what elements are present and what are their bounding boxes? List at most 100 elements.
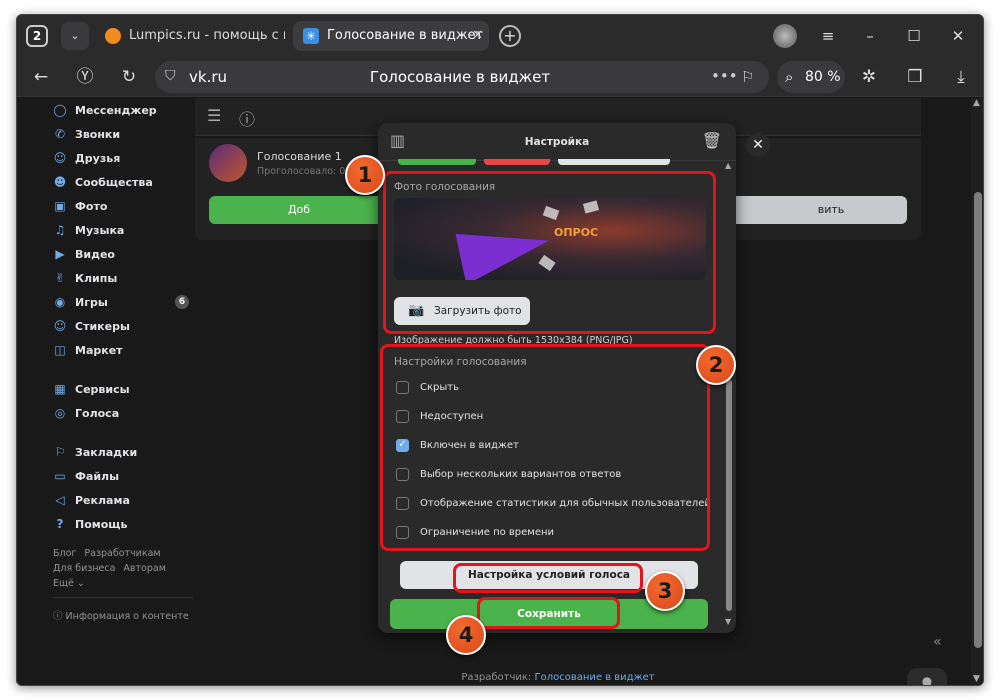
sticker-icon: ☺ [53,319,67,333]
sidebar-item[interactable]: ▭ Файлы [53,464,193,488]
sidebar-item[interactable]: ⚐ Закладки [53,440,193,464]
footer-link[interactable]: Разработчикам [84,548,160,559]
browser-menu-icon[interactable]: ≡ [815,23,841,49]
sidebar-item-label: Голоса [75,406,120,420]
widget-favicon-icon: ✳ [303,28,319,44]
shield-icon[interactable]: ⛉ [165,68,179,84]
sidebar-item-label: Реклама [75,493,130,507]
tab-lumpics[interactable]: Lumpics.ru - помощь с ко [95,21,285,51]
info-icon[interactable]: ⓘ [239,106,255,130]
sidebar-item[interactable]: ☺ Друзья [53,146,193,170]
yandex-icon[interactable]: Ⓨ [71,63,99,91]
extensions-icon[interactable]: ✲ [855,63,883,91]
sidebar-item[interactable]: ▣ Фото [53,194,193,218]
downloads-icon[interactable]: ⤓ [947,63,975,91]
zoom-level: 80 % [805,69,841,85]
sidebar-item[interactable]: ? Помощь [53,512,193,536]
footer-link[interactable]: Блог [53,548,76,559]
services-icon: ▦ [54,382,66,396]
close-window-icon[interactable]: ✕ [945,23,971,49]
highlight-photo-section [383,171,716,334]
sidebar-item[interactable]: ☺ Стикеры [53,314,193,338]
sidebar-item-label: Маркет [75,343,123,357]
modal-title: Настройка [524,136,590,148]
sidebar-item[interactable]: ◫ Маркет [53,338,193,362]
sidebar-item-label: Сообщества [75,175,153,189]
sidebar-item[interactable]: ▦ Сервисы [53,377,193,401]
tab-bar: 2 ⌄ Lumpics.ru - помощь с ко ✳ Голосован… [17,15,983,57]
photo-icon: ▣ [54,199,66,213]
annotation-marker: 4 [446,615,486,655]
tab-vote-widget[interactable]: ✳ Голосование в виджет ✕ [293,21,489,51]
scroll-down-icon[interactable]: ▼ [725,617,731,626]
sidebar-item[interactable]: ✆ Звонки [53,122,193,146]
tabs-menu-chevron-icon[interactable]: ⌄ [61,22,89,50]
sidebar-item[interactable]: ◎ Голоса [53,401,193,425]
clips-icon: ✌ [54,271,66,285]
profile-avatar[interactable] [773,24,797,48]
sidebar-item[interactable]: ☻ Сообщества [53,170,193,194]
sidebar-item[interactable]: ▶ Видео [53,242,193,266]
list-icon[interactable]: ☰ [207,106,221,125]
url-domain: vk.ru [189,68,228,86]
sidebar-item[interactable]: ◁ Реклама [53,488,193,512]
annotation-marker: 2 [696,345,736,385]
video-icon: ▶ [55,247,65,261]
chat-bubble-icon: ◯ [53,103,67,117]
sidebar-item-label: Музыка [75,223,125,237]
sidebar-item-label: Помощь [75,517,128,531]
trash-icon[interactable]: 🗑 [702,131,722,150]
collections-icon[interactable]: ❒ [901,63,929,91]
poll-thumbnail [209,144,247,182]
content-info-link[interactable]: ⓘ Информация о контенте [53,597,193,622]
bookmark-icon[interactable]: ⚐ [741,61,754,93]
sidebar-item[interactable]: ✌ Клипы [53,266,193,290]
footer-link[interactable]: Для бизнеса [53,563,115,574]
tab-count-button[interactable]: 2 [26,25,48,47]
chat-icon[interactable]: ● [907,668,947,685]
scroll-up-icon[interactable]: ▲ [973,98,980,108]
tab-title: Lumpics.ru - помощь с ко [129,28,285,43]
more-icon[interactable]: ••• [711,61,738,91]
music-icon: ♫ [54,223,66,237]
friends-icon: ☺ [53,151,67,165]
close-tab-icon[interactable]: ✕ [472,21,483,51]
sidebar-item[interactable]: ◉ Игры 6 [53,290,193,314]
page-scrollbar[interactable]: ▲ ▼ [971,98,983,685]
maximize-icon[interactable]: ☐ [901,23,927,49]
communities-icon: ☻ [53,175,67,189]
sidebar-item-label: Видео [75,247,115,261]
modal-header: ▥ Настройка 🗑 [378,123,736,161]
scroll-down-icon[interactable]: ▼ [973,674,980,684]
lumpics-favicon-icon [105,28,121,44]
close-modal-icon[interactable]: ✕ [746,133,770,157]
sidebar-item-label: Клипы [75,271,118,285]
scrollbar-thumb[interactable] [974,192,982,648]
minimize-icon[interactable]: – [857,23,883,49]
sidebar-item[interactable]: ◯ Мессенджер [53,98,193,122]
sidebar-item-label: Стикеры [75,319,130,333]
modal-scrollbar-thumb[interactable] [726,379,732,611]
add-button[interactable]: Доб [209,196,389,224]
zoom-button[interactable]: ⌕ 80 % [777,61,845,93]
new-tab-button[interactable]: + [499,25,521,47]
footer-link[interactable]: Авторам [123,563,165,574]
footer-link[interactable]: Ещё ⌄ [53,578,85,589]
sidebar-item-label: Сервисы [75,382,130,396]
highlight-conditions-button [453,563,643,593]
developer-line: Разработчик: Голосование в виджет [195,672,921,683]
gamepad-icon: ◉ [54,295,66,309]
secondary-button[interactable]: вить [715,196,907,224]
phone-icon: ✆ [54,127,66,141]
sidebar-item-label: Фото [75,199,108,213]
sidebar-item[interactable]: ♫ Музыка [53,218,193,242]
collapse-icon[interactable]: « [933,634,942,650]
scroll-up-icon[interactable]: ▲ [725,161,731,170]
content-info-label: Информация о контенте [65,611,189,622]
sidebar-item-label: Друзья [75,151,121,165]
back-icon[interactable]: ← [27,63,55,91]
url-field[interactable]: ⛉ vk.ru Голосование в виджет ••• ⚐ [155,61,769,93]
reload-icon[interactable]: ↻ [115,63,143,91]
developer-link[interactable]: Голосование в виджет [534,672,654,683]
modal-scrollbar[interactable]: ▲ ▼ [722,161,736,631]
